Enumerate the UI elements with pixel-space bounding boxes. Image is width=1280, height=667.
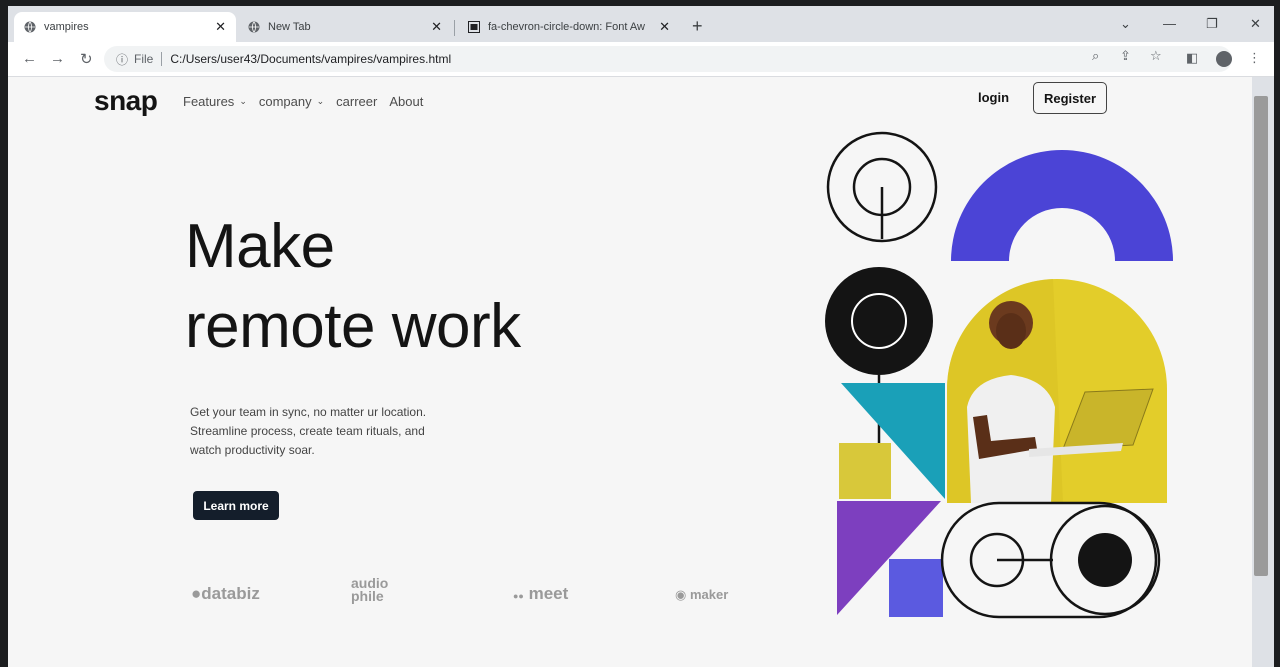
- hero-title: Make remote work: [185, 207, 521, 367]
- back-icon[interactable]: ←: [22, 50, 37, 67]
- address-divider: [161, 52, 163, 66]
- page-icon: [468, 21, 480, 33]
- zoom-icon[interactable]: ⌕: [1092, 48, 1099, 64]
- new-tab-icon[interactable]: +: [692, 16, 703, 37]
- tab-font-awesome[interactable]: fa-chevron-circle-down: Font Aw ✕: [458, 12, 680, 42]
- tab-new-tab[interactable]: New Tab ✕: [238, 12, 452, 42]
- hero-subtitle-line: Get your team in sync, no matter ur loca…: [190, 405, 427, 419]
- learn-more-button[interactable]: Learn more: [193, 491, 279, 520]
- tab-title: fa-chevron-circle-down: Font Aw: [488, 21, 645, 33]
- minimize-icon[interactable]: —: [1163, 16, 1176, 31]
- page-scrollbar[interactable]: [1254, 96, 1268, 576]
- menu-kebab-icon[interactable]: ⋮: [1248, 50, 1261, 66]
- page-viewport: snap Features ⌄ company ⌄ carreer About …: [8, 77, 1252, 667]
- close-tab-icon[interactable]: ✕: [215, 19, 226, 35]
- hero-title-line: Make: [185, 212, 335, 281]
- nav-label: About: [389, 94, 424, 109]
- address-bar[interactable]: ⓘ File C:/Users/user43/Documents/vampire…: [104, 46, 1232, 72]
- brand-logo[interactable]: snap: [94, 85, 158, 117]
- nav-company[interactable]: company ⌄: [259, 94, 324, 109]
- client-logo-maker: ◉ maker: [675, 587, 729, 602]
- dot-icon: ●: [191, 584, 202, 603]
- tab-title: vampires: [44, 21, 89, 33]
- dots-icon: ●●: [513, 591, 524, 601]
- profile-avatar-icon[interactable]: [1216, 51, 1232, 67]
- nav-label: company: [258, 94, 312, 109]
- client-logo-databiz: ●databiz: [191, 584, 260, 603]
- share-icon[interactable]: ⇪: [1120, 48, 1131, 64]
- hero-title-line: remote work: [185, 292, 521, 361]
- hero-subtitle-line: watch productivity soar.: [190, 443, 315, 457]
- pill-knob-shape: [940, 501, 1161, 619]
- info-icon[interactable]: ⓘ: [116, 51, 128, 68]
- restore-icon[interactable]: ❐: [1206, 16, 1218, 32]
- tab-strip: vampires ✕ New Tab ✕ fa-chevron-circle-d…: [8, 6, 1274, 42]
- nav-label: carreer: [336, 94, 378, 109]
- nav-label: Features: [183, 94, 235, 109]
- forward-icon[interactable]: →: [50, 50, 65, 67]
- ring-pin-shape: [826, 131, 938, 243]
- tab-separator: [454, 20, 455, 36]
- tab-title: New Tab: [268, 21, 311, 33]
- login-link[interactable]: login: [978, 90, 1009, 105]
- close-tab-icon[interactable]: ✕: [659, 19, 670, 35]
- blue-arch-shape: [951, 150, 1173, 261]
- main-nav: Features ⌄ company ⌄ carreer About: [183, 94, 423, 109]
- hero-subtitle: Get your team in sync, no matter ur loca…: [190, 403, 470, 460]
- bookmark-star-icon[interactable]: ☆: [1150, 48, 1162, 64]
- close-tab-icon[interactable]: ✕: [431, 19, 442, 35]
- person-photo: [947, 279, 1167, 503]
- hero-subtitle-line: Streamline process, create team rituals,…: [190, 424, 425, 438]
- close-window-icon[interactable]: ✕: [1250, 16, 1261, 32]
- nav-carreer[interactable]: carreer: [336, 94, 377, 109]
- globe-icon: [248, 21, 260, 33]
- maker-circle-icon: ◉: [675, 587, 687, 602]
- browser-window: vampires ✕ New Tab ✕ fa-chevron-circle-d…: [8, 6, 1274, 667]
- blue-square-shape: [889, 559, 943, 617]
- client-logo-audiophile: audio phile: [351, 575, 389, 604]
- side-panel-icon[interactable]: ◧: [1186, 50, 1198, 66]
- yellow-square-shape: [839, 443, 891, 499]
- globe-icon: [24, 21, 36, 33]
- browser-toolbar: ← → ↻ ⓘ File C:/Users/user43/Documents/v…: [8, 42, 1274, 77]
- hero-illustration: [825, 131, 1173, 619]
- client-logo-meet: ●● meet: [513, 584, 569, 603]
- address-scheme: File: [134, 52, 154, 66]
- nav-features[interactable]: Features ⌄: [183, 94, 247, 109]
- address-url[interactable]: C:/Users/user43/Documents/vampires/vampi…: [170, 52, 451, 66]
- reload-icon[interactable]: ↻: [80, 50, 93, 68]
- tab-search-icon[interactable]: ⌄: [1120, 16, 1131, 32]
- chevron-down-icon: ⌄: [239, 96, 247, 106]
- chevron-down-icon: ⌄: [316, 96, 325, 106]
- tab-vampires[interactable]: vampires ✕: [14, 12, 236, 42]
- nav-about[interactable]: About: [389, 94, 423, 109]
- register-button[interactable]: Register: [1033, 82, 1107, 114]
